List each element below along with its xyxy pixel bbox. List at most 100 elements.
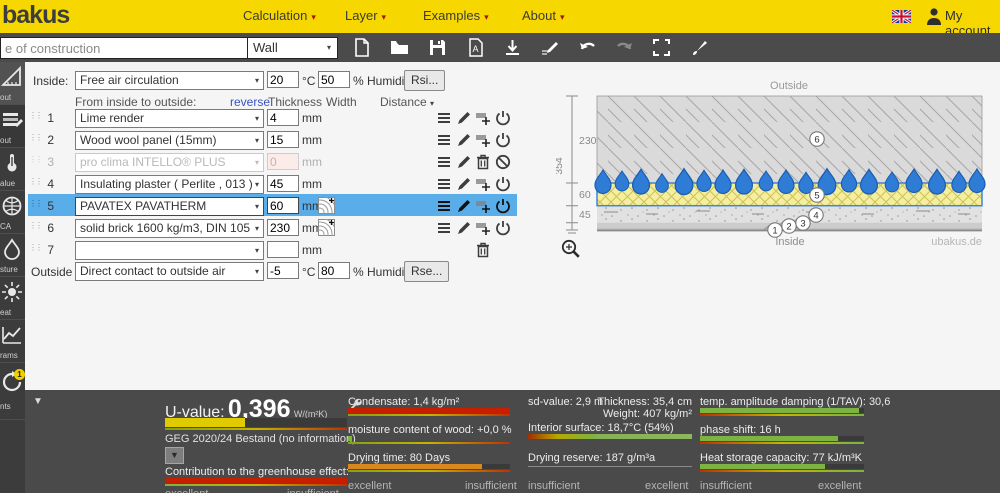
row-menu-icon[interactable] bbox=[436, 154, 452, 170]
thickness-input[interactable] bbox=[267, 153, 299, 170]
sidebar-item-heat[interactable]: eat bbox=[0, 277, 25, 320]
construction-name-input[interactable] bbox=[0, 37, 248, 59]
add-layer-icon[interactable] bbox=[475, 198, 491, 214]
row-edit-icon[interactable] bbox=[456, 154, 472, 170]
row-edit-icon[interactable] bbox=[456, 132, 472, 148]
power-toggle-icon[interactable] bbox=[495, 198, 511, 214]
scale-right-label: insufficient bbox=[287, 488, 339, 493]
row-menu-icon[interactable] bbox=[436, 220, 452, 236]
power-toggle-icon[interactable] bbox=[495, 132, 511, 148]
row-edit-icon[interactable] bbox=[456, 110, 472, 126]
caret-down-icon: ▾ bbox=[254, 202, 259, 211]
outside-condition-select[interactable]: Direct contact to outside air ▾ bbox=[75, 262, 264, 281]
disabled-icon[interactable] bbox=[495, 154, 511, 170]
drying-reserve-bar bbox=[528, 466, 692, 467]
layer-section-icon[interactable] bbox=[318, 219, 335, 236]
menu-about[interactable]: About ▾ bbox=[522, 8, 565, 23]
thickness-input[interactable] bbox=[267, 109, 299, 126]
components-badge: 1 bbox=[14, 369, 25, 380]
new-file-icon[interactable] bbox=[352, 38, 371, 57]
dim-plaster: 45 bbox=[579, 209, 591, 221]
layer-section-icon[interactable] bbox=[318, 197, 335, 214]
power-toggle-icon[interactable] bbox=[495, 176, 511, 192]
standard-dropdown-button[interactable]: ▼ bbox=[165, 447, 184, 464]
thickness-input[interactable] bbox=[267, 131, 299, 148]
redo-icon[interactable] bbox=[615, 38, 634, 57]
rse-button[interactable]: Rse... bbox=[404, 261, 450, 282]
thickness-input[interactable] bbox=[267, 219, 299, 236]
delete-layer-icon[interactable] bbox=[475, 242, 491, 258]
inside-temperature-input[interactable] bbox=[267, 71, 299, 88]
material-select[interactable]: solid brick 1600 kg/m3, DIN 105 ▾ bbox=[75, 219, 264, 238]
add-layer-icon[interactable] bbox=[475, 132, 491, 148]
construction-type-select[interactable]: Wall ▾ bbox=[247, 37, 338, 59]
inside-temp-unit: °C bbox=[302, 74, 316, 88]
row-edit-icon[interactable] bbox=[456, 220, 472, 236]
unit-label: mm bbox=[302, 133, 322, 147]
thickness-input[interactable] bbox=[267, 241, 299, 258]
menu-layer[interactable]: Layer ▾ bbox=[345, 8, 386, 23]
condensate-bar bbox=[348, 408, 510, 413]
sun-icon bbox=[2, 282, 22, 302]
undo-icon[interactable] bbox=[578, 38, 597, 57]
fullscreen-icon[interactable] bbox=[652, 38, 671, 57]
construction-diagram: 354 230 60 45 Outside Inside ubakus.de 1… bbox=[556, 80, 986, 258]
row-menu-icon[interactable] bbox=[436, 198, 452, 214]
uk-flag-icon[interactable] bbox=[892, 10, 911, 23]
save-icon[interactable] bbox=[428, 38, 447, 57]
menu-examples[interactable]: Examples ▾ bbox=[423, 8, 489, 23]
sidebar-item-layout[interactable]: out bbox=[0, 62, 25, 105]
caret-down-icon: ▾ bbox=[254, 224, 259, 233]
zoom-diagram-icon[interactable] bbox=[561, 239, 580, 258]
row-menu-icon[interactable] bbox=[436, 176, 452, 192]
toolbar: Wall▾ A bbox=[0, 33, 1000, 62]
thickness-input[interactable] bbox=[267, 175, 299, 192]
power-toggle-icon[interactable] bbox=[495, 110, 511, 126]
open-folder-icon[interactable] bbox=[390, 38, 409, 57]
reverse-link[interactable]: reverse bbox=[230, 95, 270, 109]
menu-calculation[interactable]: Calculation ▾ bbox=[243, 8, 316, 23]
outside-humidity-input[interactable] bbox=[318, 262, 350, 279]
wood-moisture-scale bbox=[348, 442, 510, 444]
add-layer-icon[interactable] bbox=[475, 110, 491, 126]
material-select[interactable]: ▾ bbox=[75, 241, 264, 260]
greenhouse-label: Contribution to the greenhouse effect: bbox=[165, 466, 349, 478]
layer-brick[interactable] bbox=[596, 95, 983, 184]
row-menu-icon[interactable] bbox=[436, 132, 452, 148]
material-select[interactable]: Wood wool panel (15mm) ▾ bbox=[75, 131, 264, 150]
pdf-export-icon[interactable]: A bbox=[466, 38, 485, 57]
sidebar-item-diagrams[interactable]: rams bbox=[0, 320, 25, 363]
rsi-button[interactable]: Rsi... bbox=[404, 70, 446, 91]
outside-temperature-input[interactable] bbox=[267, 262, 299, 279]
material-select[interactable]: Lime render ▾ bbox=[75, 109, 264, 128]
inside-humidity-input[interactable] bbox=[318, 71, 350, 88]
row-edit-icon[interactable] bbox=[456, 198, 472, 214]
dim-brick: 230 bbox=[579, 135, 597, 147]
row-edit-icon[interactable] bbox=[456, 176, 472, 192]
collapse-panel-icon[interactable]: ▼ bbox=[33, 396, 43, 407]
distance-header[interactable]: Distance ▾ bbox=[380, 95, 434, 109]
marker-6: 6 bbox=[814, 134, 819, 145]
dimension-ruler bbox=[566, 95, 578, 234]
inside-condition-select[interactable]: Free air circulation ▾ bbox=[75, 71, 264, 90]
material-select[interactable]: Insulating plaster ( Perlite , 013 ) ▾ bbox=[75, 175, 264, 194]
scale-right-label: excellent bbox=[818, 480, 862, 492]
brush-icon[interactable] bbox=[690, 38, 709, 57]
caret-down-icon: ▾ bbox=[430, 99, 435, 108]
thickness-input[interactable] bbox=[267, 197, 299, 214]
edit-icon[interactable] bbox=[540, 38, 559, 57]
delete-layer-icon[interactable] bbox=[475, 154, 491, 170]
sidebar-item-components[interactable]: 1 nts bbox=[0, 363, 25, 420]
scale-right-label: excellent bbox=[645, 480, 689, 492]
row-menu-icon[interactable] bbox=[436, 110, 452, 126]
material-select[interactable]: pro clima INTELLO® PLUS ▾ bbox=[75, 153, 264, 172]
add-layer-icon[interactable] bbox=[475, 176, 491, 192]
material-select[interactable]: PAVATEX PAVATHERM ▾ bbox=[75, 197, 264, 216]
marker-4: 4 bbox=[813, 210, 818, 221]
download-icon[interactable] bbox=[503, 38, 522, 57]
power-toggle-icon[interactable] bbox=[495, 220, 511, 236]
layer-number: 7 bbox=[47, 243, 54, 257]
marker-2: 2 bbox=[786, 221, 791, 232]
caret-down-icon: ▾ bbox=[559, 12, 565, 22]
add-layer-icon[interactable] bbox=[475, 220, 491, 236]
